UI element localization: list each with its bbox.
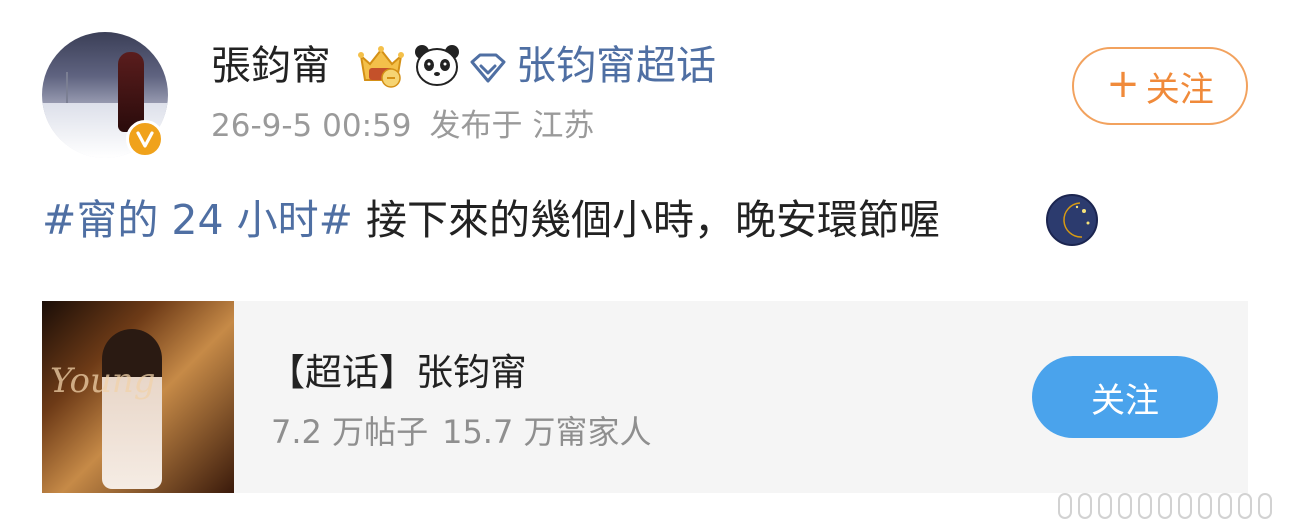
plus-icon: + (1106, 61, 1140, 107)
post-timestamp: 26-9-5 00:59 (211, 108, 412, 144)
card-post-count: 7.2 万帖子 (271, 413, 429, 451)
card-follow-button[interactable]: 关注 (1032, 356, 1218, 438)
card-member-count: 15.7 万甯家人 (442, 413, 652, 451)
cover-script-text: Young (50, 361, 156, 401)
check-v-icon (136, 131, 154, 148)
card-stats: 7.2 万帖子 15.7 万甯家人 (271, 410, 652, 454)
post-location: 发布于 江苏 (429, 108, 595, 144)
follow-button-label: 关注 (1145, 69, 1214, 110)
supertopic-cover-image[interactable]: Young (42, 301, 234, 493)
diamond-icon (468, 52, 508, 84)
supertopic-link[interactable]: 张钧甯超话 (516, 40, 716, 92)
cover-person (102, 329, 162, 489)
crown-level-badge-icon[interactable] (355, 42, 407, 88)
moon-emoji-icon (1044, 193, 1100, 247)
watermark-logo (1058, 483, 1282, 519)
post-meta: 26-9-5 00:59 发布于 江苏 (211, 104, 594, 148)
post-body-text: 接下來的幾個小時，晚安環節喔 (352, 196, 940, 244)
panda-badge-icon[interactable] (412, 42, 462, 88)
author-name[interactable]: 張鈞甯 (211, 40, 331, 92)
verified-badge-icon (126, 120, 164, 158)
hashtag-link[interactable]: #甯的 24 小时# (42, 196, 353, 244)
follow-button[interactable]: + 关注 (1072, 47, 1248, 125)
post-content: #甯的 24 小时# 接下來的幾個小時，晚安環節喔 (42, 191, 940, 249)
card-title[interactable]: 【超话】张钧甯 (268, 348, 527, 398)
